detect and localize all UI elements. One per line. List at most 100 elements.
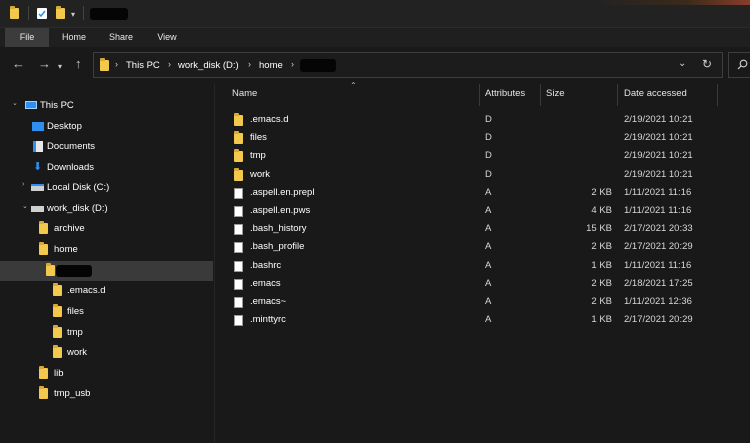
- nav-label: .emacs.d: [67, 285, 106, 296]
- recent-locations-chevron-icon[interactable]: ▾: [58, 60, 62, 74]
- nav-label: Desktop: [47, 121, 82, 132]
- file-date-accessed: 2/19/2021 10:21: [624, 168, 693, 180]
- nav-item-lib[interactable]: lib: [0, 364, 213, 384]
- customize-chevron-icon[interactable]: ▾: [71, 10, 75, 19]
- forward-arrow-icon[interactable]: →: [38, 57, 51, 71]
- file-icon: [234, 315, 243, 327]
- file-attributes: A: [485, 205, 492, 216]
- file-icon: [234, 278, 243, 290]
- column-divider[interactable]: [717, 84, 718, 106]
- file-row[interactable]: .bash_profile A 2 KB 2/17/2021 20:29: [216, 238, 750, 256]
- nav-item-documents[interactable]: Documents: [0, 137, 213, 157]
- file-attributes: D: [485, 150, 492, 162]
- new-folder-icon[interactable]: [56, 6, 65, 19]
- file-row[interactable]: .aspell.en.prepl A 2 KB 1/11/2021 11:16: [216, 184, 750, 202]
- file-row[interactable]: tmp D 2/19/2021 10:21: [216, 147, 750, 165]
- tab-file[interactable]: File: [5, 28, 49, 47]
- file-date-accessed: 2/19/2021 10:21: [624, 150, 693, 162]
- navigation-pane: ⌄ This PC Desktop Documents ⬇ Downloads …: [0, 84, 215, 443]
- chevron-down-icon[interactable]: ⌄: [22, 202, 28, 210]
- column-divider[interactable]: [617, 84, 618, 106]
- breadcrumb-this-pc[interactable]: This PC: [126, 60, 160, 71]
- nav-item-emacs-d[interactable]: .emacs.d: [0, 281, 213, 301]
- title-bar: ▾: [0, 0, 750, 28]
- search-input[interactable]: [728, 52, 750, 78]
- file-icon: [234, 224, 243, 236]
- nav-label: work: [67, 347, 88, 358]
- nav-item-files[interactable]: files: [0, 302, 213, 322]
- file-attributes: D: [485, 132, 492, 144]
- nav-item-current-folder[interactable]: [0, 261, 213, 281]
- back-arrow-icon[interactable]: ←: [12, 57, 25, 71]
- address-dropdown-chevron-icon[interactable]: ⌄: [678, 58, 686, 69]
- file-attributes: D: [485, 168, 492, 180]
- properties-icon[interactable]: [37, 8, 47, 19]
- breadcrumb-home[interactable]: home: [259, 60, 283, 71]
- chevron-down-icon[interactable]: ⌄: [12, 99, 18, 107]
- file-attributes: A: [485, 259, 492, 271]
- file-list-pane: ⌃ Name Attributes Size Date accessed .em…: [216, 81, 750, 443]
- nav-label: home: [54, 244, 78, 255]
- chevron-right-icon[interactable]: ›: [22, 181, 24, 188]
- file-icon: [234, 260, 243, 272]
- drive-icon: [31, 206, 44, 212]
- column-header-attributes[interactable]: Attributes: [485, 88, 525, 99]
- nav-item-work[interactable]: work: [0, 343, 213, 363]
- nav-item-work-disk[interactable]: ⌄ work_disk (D:): [0, 199, 213, 219]
- nav-item-tmp[interactable]: tmp: [0, 323, 213, 343]
- folder-icon: [39, 366, 48, 379]
- file-row[interactable]: .aspell.en.pws A 4 KB 1/11/2021 11:16: [216, 202, 750, 220]
- up-arrow-icon[interactable]: ↑: [75, 57, 82, 71]
- redacted-window-title: [90, 8, 128, 20]
- breadcrumb-work-disk[interactable]: work_disk (D:): [178, 60, 239, 71]
- file-row[interactable]: .bash_history A 15 KB 2/17/2021 20:33: [216, 220, 750, 238]
- tab-share[interactable]: Share: [99, 28, 143, 47]
- file-name: .aspell.en.prepl: [250, 186, 315, 198]
- folder-icon: [53, 345, 62, 358]
- divider: [28, 6, 29, 20]
- column-header-size[interactable]: Size: [546, 88, 564, 99]
- nav-item-archive[interactable]: archive: [0, 219, 213, 239]
- file-attributes: A: [485, 223, 492, 235]
- file-name: .bashrc: [250, 259, 282, 271]
- breadcrumb-chevron-icon[interactable]: ›: [248, 59, 251, 69]
- file-row[interactable]: .minttyrc A 1 KB 2/17/2021 20:29: [216, 311, 750, 329]
- folder-icon: [39, 221, 48, 234]
- file-icon: [234, 187, 243, 199]
- file-row[interactable]: .emacs~ A 2 KB 1/11/2021 12:36: [216, 293, 750, 311]
- nav-item-local-disk[interactable]: › Local Disk (C:): [0, 178, 213, 198]
- file-date-accessed: 2/17/2021 20:29: [624, 314, 693, 326]
- file-icon: [234, 206, 243, 217]
- file-attributes: A: [485, 241, 492, 253]
- breadcrumb-chevron-icon[interactable]: ›: [168, 59, 171, 69]
- nav-item-tmp-usb[interactable]: tmp_usb: [0, 384, 213, 404]
- column-divider[interactable]: [479, 84, 480, 106]
- file-row[interactable]: work D 2/19/2021 10:21: [216, 166, 750, 184]
- column-header-name[interactable]: Name: [232, 88, 257, 99]
- file-attributes: D: [485, 114, 492, 125]
- file-row[interactable]: .emacs.d D 2/19/2021 10:21: [216, 111, 750, 129]
- file-row[interactable]: .emacs A 2 KB 2/18/2021 17:25: [216, 275, 750, 293]
- file-date-accessed: 1/11/2021 11:16: [624, 205, 692, 216]
- tab-view[interactable]: View: [145, 28, 189, 47]
- file-row[interactable]: files D 2/19/2021 10:21: [216, 129, 750, 147]
- folder-icon: [39, 386, 48, 399]
- breadcrumb-chevron-icon[interactable]: ›: [291, 59, 294, 69]
- file-date-accessed: 1/11/2021 11:16: [624, 259, 692, 271]
- nav-item-home[interactable]: home: [0, 240, 213, 260]
- nav-item-downloads[interactable]: ⬇ Downloads: [0, 158, 213, 178]
- folder-icon: [234, 167, 243, 181]
- nav-item-this-pc[interactable]: ⌄ This PC: [0, 96, 213, 116]
- refresh-icon[interactable]: ↻: [702, 57, 712, 71]
- breadcrumb-chevron-icon[interactable]: ›: [115, 59, 118, 69]
- column-header-date-accessed[interactable]: Date accessed: [624, 88, 687, 99]
- tab-home[interactable]: Home: [52, 28, 96, 47]
- nav-item-desktop[interactable]: Desktop: [0, 117, 213, 137]
- drive-icon: [31, 184, 44, 191]
- column-divider[interactable]: [540, 84, 541, 106]
- address-bar[interactable]: › This PC › work_disk (D:) › home › ⌄ ↻: [93, 52, 723, 78]
- file-size: 2 KB: [591, 186, 612, 198]
- folder-icon: [234, 149, 243, 163]
- file-row[interactable]: .bashrc A 1 KB 1/11/2021 11:16: [216, 257, 750, 275]
- sort-ascending-icon: ⌃: [350, 81, 357, 90]
